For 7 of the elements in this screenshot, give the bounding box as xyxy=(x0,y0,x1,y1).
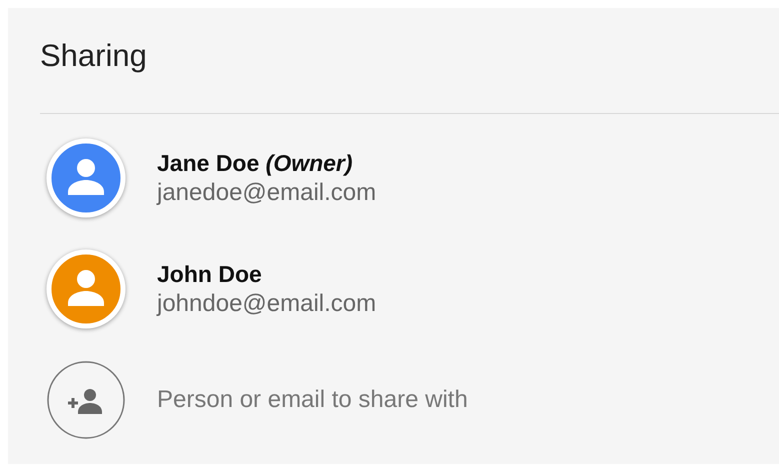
person-name: John Doe xyxy=(157,260,263,289)
person-email: janedoe@email.com xyxy=(157,178,376,208)
person-email: johndoe@email.com xyxy=(157,289,376,319)
add-person-icon[interactable] xyxy=(46,360,126,440)
panel-title: Sharing xyxy=(40,37,148,75)
share-input-field[interactable]: Person or email to share with xyxy=(157,386,657,414)
person-name: Jane Doe (Owner) xyxy=(157,149,354,178)
